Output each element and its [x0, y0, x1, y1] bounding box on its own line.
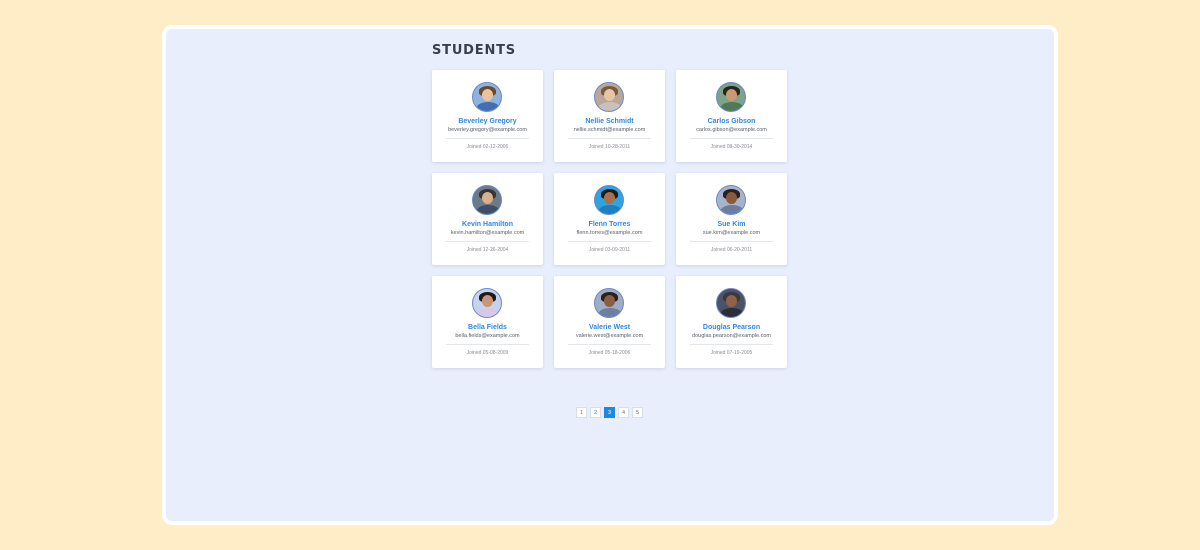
student-email: bella.fields@example.com	[455, 333, 520, 339]
avatar	[716, 288, 746, 318]
joined-date: Joined 05-08-2009	[466, 350, 509, 356]
main-panel: STUDENTS Beverley Gregory beverley.gregor…	[162, 25, 1058, 525]
joined-date: Joined 05-18-2006	[588, 350, 631, 356]
avatar	[472, 288, 502, 318]
joined-date: Joined 12-26-2004	[466, 247, 509, 253]
page-button-2[interactable]: 2	[590, 407, 601, 418]
students-section: STUDENTS Beverley Gregory beverley.gregor…	[432, 41, 792, 418]
student-name[interactable]: Flenn Torres	[554, 220, 665, 229]
student-email: flenn.torres@example.com	[576, 230, 643, 236]
student-name[interactable]: Carlos Gibson	[676, 117, 787, 126]
student-card[interactable]: Flenn Torres flenn.torres@example.com Join…	[554, 173, 665, 265]
student-email: beverley.gregory@example.com	[448, 127, 527, 133]
student-name[interactable]: Sue Kim	[676, 220, 787, 229]
page-button-4[interactable]: 4	[618, 407, 629, 418]
joined-date: Joined 10-28-2011	[588, 144, 631, 150]
student-card[interactable]: Beverley Gregory beverley.gregory@example…	[432, 70, 543, 162]
card-divider	[568, 138, 651, 139]
student-email: kevin.hamilton@example.com	[450, 230, 525, 236]
student-grid: Beverley Gregory beverley.gregory@example…	[432, 70, 787, 368]
student-card[interactable]: Valerie West valerie.west@example.com Join…	[554, 276, 665, 368]
card-divider	[690, 138, 773, 139]
student-name[interactable]: Nellie Schmidt	[554, 117, 665, 126]
student-email: carlos.gibson@example.com	[696, 127, 767, 133]
page-button-5[interactable]: 5	[632, 407, 643, 418]
card-divider	[568, 344, 651, 345]
avatar	[472, 185, 502, 215]
student-email: douglas.pearson@example.com	[692, 333, 771, 339]
student-name[interactable]: Valerie West	[554, 323, 665, 332]
joined-date: Joined 08-30-2014	[710, 144, 753, 150]
card-divider	[690, 241, 773, 242]
student-email: valerie.west@example.com	[575, 333, 644, 339]
card-divider	[690, 344, 773, 345]
page-button-1[interactable]: 1	[576, 407, 587, 418]
student-email: sue.kim@example.com	[702, 230, 761, 236]
student-card[interactable]: Carlos Gibson carlos.gibson@example.com Jo…	[676, 70, 787, 162]
student-name[interactable]: Bella Fields	[432, 323, 543, 332]
avatar	[716, 82, 746, 112]
card-divider	[568, 241, 651, 242]
student-card[interactable]: Bella Fields bella.fields@example.com Join…	[432, 276, 543, 368]
student-name[interactable]: Beverley Gregory	[432, 117, 543, 126]
card-divider	[446, 138, 529, 139]
card-divider	[446, 344, 529, 345]
avatar	[472, 82, 502, 112]
page-title: STUDENTS	[432, 43, 516, 58]
student-card[interactable]: Douglas Pearson douglas.pearson@example.c…	[676, 276, 787, 368]
student-card[interactable]: Kevin Hamilton kevin.hamilton@example.com…	[432, 173, 543, 265]
card-divider	[446, 241, 529, 242]
joined-date: Joined 07-19-2005	[710, 350, 753, 356]
joined-date: Joined 03-09-2011	[588, 247, 631, 253]
page-button-3[interactable]: 3	[604, 407, 615, 418]
joined-date: Joined 02-12-2006	[466, 144, 509, 150]
avatar	[594, 288, 624, 318]
student-card[interactable]: Nellie Schmidt nellie.schmidt@example.com…	[554, 70, 665, 162]
avatar	[716, 185, 746, 215]
avatar	[594, 82, 624, 112]
pagination: 12345	[576, 407, 643, 418]
student-card[interactable]: Sue Kim sue.kim@example.com Joined 06-20-2…	[676, 173, 787, 265]
joined-date: Joined 06-20-2011	[710, 247, 753, 253]
student-name[interactable]: Kevin Hamilton	[432, 220, 543, 229]
student-name[interactable]: Douglas Pearson	[676, 323, 787, 332]
student-email: nellie.schmidt@example.com	[573, 127, 646, 133]
avatar	[594, 185, 624, 215]
